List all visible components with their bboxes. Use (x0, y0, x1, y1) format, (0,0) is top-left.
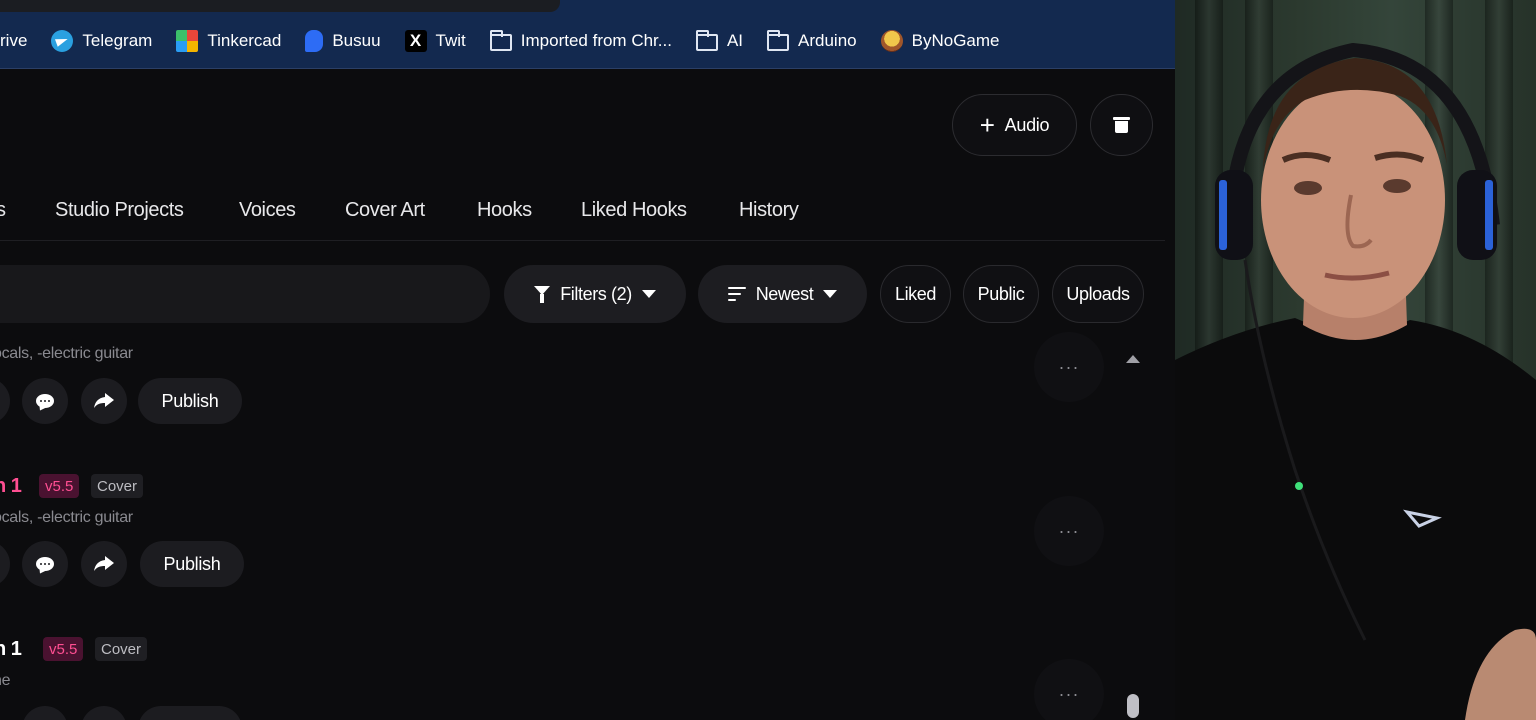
bookmark-label: Arduino (798, 31, 857, 50)
song-tags: ocals, -electric guitar (0, 345, 133, 362)
trash-button[interactable] (1090, 94, 1153, 156)
chip-label: Public (977, 283, 1025, 304)
add-audio-label: Audio (1004, 114, 1050, 135)
dislike-button[interactable] (0, 541, 10, 587)
comment-icon (36, 557, 54, 571)
liked-filter-chip[interactable]: Liked (880, 265, 951, 323)
bookmark-bynogame[interactable]: ByNoGame (869, 23, 1012, 59)
comment-button[interactable] (22, 706, 68, 720)
tab-songs[interactable]: s (0, 199, 6, 222)
cover-badge: Cover (91, 474, 144, 498)
webcam-overlay (1175, 0, 1536, 720)
add-audio-button[interactable]: + Audio (952, 94, 1077, 156)
song-tags: ocals, -electric guitar (0, 509, 133, 526)
publish-button[interactable] (138, 706, 242, 720)
filter-icon (534, 285, 551, 303)
share-icon (94, 556, 114, 571)
tab-studio-projects[interactable]: Studio Projects (55, 199, 184, 222)
bookmark-tinkercad[interactable]: Tinkercad (164, 23, 293, 59)
tab-voices[interactable]: Voices (239, 199, 296, 222)
bookmark-folder-imported[interactable]: Imported from Chr... (478, 23, 684, 59)
scroll-up-arrow-icon[interactable] (1126, 355, 1140, 363)
song-tags: ne (0, 672, 11, 689)
telegram-icon (51, 30, 74, 52)
filters-label: Filters (2) (560, 283, 632, 304)
x-icon: X (404, 30, 427, 52)
dislike-button[interactable] (0, 378, 10, 424)
public-filter-chip[interactable]: Public (963, 265, 1039, 323)
bookmark-folder-arduino[interactable]: Arduino (755, 23, 869, 59)
comment-button[interactable] (22, 378, 68, 424)
busuu-icon (305, 30, 324, 52)
bookmark-label: Imported from Chr... (520, 31, 672, 50)
share-button[interactable] (81, 378, 127, 424)
bookmark-drive[interactable]: rive (0, 23, 39, 59)
share-button[interactable] (81, 706, 127, 720)
share-icon (94, 393, 114, 408)
more-options-button[interactable]: ··· (1034, 496, 1104, 566)
browser-tab-strip (0, 0, 1175, 14)
cover-badge: Cover (95, 637, 148, 661)
uploads-filter-chip[interactable]: Uploads (1052, 265, 1144, 323)
chip-label: Liked (894, 283, 937, 304)
bookmark-label: ByNoGame (911, 31, 1000, 50)
bookmark-telegram[interactable]: Telegram (39, 23, 164, 59)
person-on-camera (1175, 42, 1536, 720)
bookmark-label: Twit (435, 31, 466, 50)
bookmark-label: Telegram (82, 31, 153, 50)
library-page: + Audio s Studio Projects Voices Cover A… (0, 70, 1175, 720)
screen: rive Telegram Tinkercad Busuu X Twit Imp… (0, 0, 1536, 720)
folder-icon (695, 30, 718, 51)
scrollbar-thumb[interactable] (1127, 694, 1139, 718)
chevron-down-icon (641, 290, 656, 298)
tab-cover-art[interactable]: Cover Art (345, 199, 425, 222)
publish-button[interactable]: Publish (138, 378, 242, 424)
tab-history[interactable]: History (739, 199, 799, 222)
folder-icon (489, 30, 512, 51)
sort-dropdown[interactable]: Newest (698, 265, 867, 323)
more-options-button[interactable]: ··· (1034, 332, 1104, 402)
bookmark-folder-ai[interactable]: AI (684, 23, 755, 59)
filters-button[interactable]: Filters (2) (504, 265, 686, 323)
comment-button[interactable] (22, 541, 68, 587)
tab-hooks[interactable]: Hooks (477, 199, 532, 222)
song-title[interactable]: n 1 (0, 475, 22, 498)
publish-button[interactable]: Publish (140, 541, 244, 587)
more-options-button[interactable]: ··· (1034, 659, 1104, 720)
song-title[interactable]: n 1 (0, 638, 22, 661)
sort-label: Newest (755, 283, 814, 304)
bookmark-label: Tinkercad (207, 31, 282, 50)
sort-icon (727, 287, 746, 301)
chip-label: Uploads (1066, 283, 1130, 304)
bynogame-icon (880, 30, 903, 52)
folder-icon (767, 30, 790, 51)
plus-icon: + (979, 110, 995, 140)
trash-icon (1113, 117, 1130, 133)
bookmark-label: rive (0, 31, 28, 50)
search-input[interactable] (0, 265, 490, 323)
bookmark-label: Busuu (332, 31, 381, 50)
tinkercad-icon (176, 30, 199, 52)
bookmark-busuu[interactable]: Busuu (293, 23, 392, 59)
bookmarks-bar: rive Telegram Tinkercad Busuu X Twit Imp… (0, 14, 1175, 69)
share-button[interactable] (81, 541, 127, 587)
bookmark-twit[interactable]: X Twit (393, 23, 478, 59)
version-badge: v5.5 (43, 637, 84, 661)
version-badge: v5.5 (39, 474, 80, 498)
browser-tab-fragment[interactable] (0, 0, 560, 12)
tab-liked-hooks[interactable]: Liked Hooks (581, 199, 687, 222)
bookmark-label: AI (726, 31, 744, 50)
library-tabs: s Studio Projects Voices Cover Art Hooks… (0, 193, 1165, 241)
comment-icon (36, 394, 54, 408)
chevron-down-icon (823, 290, 838, 298)
